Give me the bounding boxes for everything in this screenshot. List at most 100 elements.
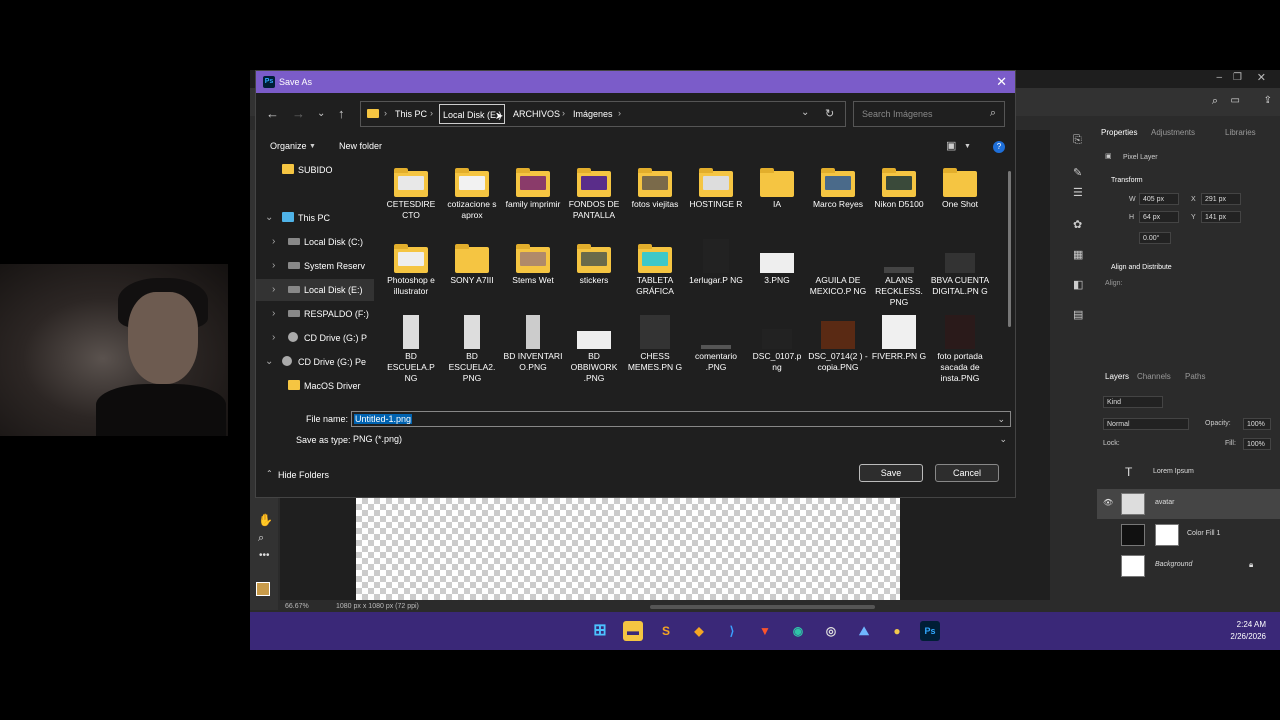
file-item[interactable]: comentario .PNG xyxy=(686,315,746,373)
file-item[interactable]: IA xyxy=(747,163,807,210)
file-item[interactable]: 1erlugar.P NG xyxy=(686,239,746,286)
table-icon[interactable]: ▤ xyxy=(1073,308,1083,321)
help-icon[interactable]: ? xyxy=(993,141,1005,153)
file-item[interactable]: CHESS MEMES.PN G xyxy=(625,315,685,373)
glyphs-icon[interactable]: ✿ xyxy=(1073,218,1082,231)
brush-icon[interactable]: ✎ xyxy=(1073,166,1082,179)
x-field[interactable]: 291 px xyxy=(1201,193,1241,205)
photos-icon[interactable]: ⛰ xyxy=(854,621,874,641)
grid-icon[interactable]: ▦ xyxy=(1073,248,1083,261)
layer-row[interactable]: T Lorem Ipsum xyxy=(1097,458,1280,488)
chevron-down-icon[interactable]: ⌄ xyxy=(265,212,273,223)
file-item[interactable]: SONY A7III xyxy=(442,239,502,286)
file-item[interactable]: 3.PNG xyxy=(747,239,807,286)
file-item[interactable]: Photoshop e illustrator xyxy=(381,239,441,297)
chevron-right-icon[interactable]: › xyxy=(272,236,275,247)
file-item[interactable]: BD OBBIWORK .PNG xyxy=(564,315,624,384)
foreground-color-swatch[interactable] xyxy=(256,582,270,596)
file-item[interactable]: BD ESCUELA.P NG xyxy=(381,315,441,384)
align-heading[interactable]: Align and Distribute xyxy=(1111,264,1172,271)
file-item[interactable]: Nikon D5100 xyxy=(869,163,929,210)
layer-row[interactable]: Background 🔒︎ xyxy=(1097,551,1280,581)
organize-button[interactable]: Organize xyxy=(270,141,307,151)
up-arrow-icon[interactable]: ↑ xyxy=(338,106,345,121)
sublime-icon[interactable]: S xyxy=(656,621,676,641)
file-item[interactable]: Marco Reyes xyxy=(808,163,868,210)
start-icon[interactable]: ⊞ xyxy=(590,621,610,641)
save-type-select[interactable]: PNG (*.png) ⌄ xyxy=(351,432,1011,448)
workspace-icon[interactable]: ▭ xyxy=(1231,95,1240,106)
zoom-tool-icon[interactable]: ⌕ xyxy=(258,532,264,545)
nav-item-cd-drive-g[interactable]: › CD Drive (G:) P xyxy=(256,327,374,349)
tab-adjustments[interactable]: Adjustments xyxy=(1151,128,1195,137)
close-icon[interactable]: ✕ xyxy=(996,74,1007,90)
breadcrumb-separator-icon[interactable]: › xyxy=(618,108,621,118)
close-icon[interactable]: ✕ xyxy=(1257,71,1266,84)
view-options-icon[interactable]: ▣ xyxy=(946,139,956,152)
file-item[interactable]: AGUILA DE MEXICO.P NG xyxy=(808,239,868,297)
y-field[interactable]: 141 px xyxy=(1201,211,1241,223)
file-item[interactable]: Stems Wet xyxy=(503,239,563,286)
file-item[interactable]: cotizacione s aprox xyxy=(442,163,502,221)
fill-field[interactable]: 100% xyxy=(1243,438,1271,450)
tab-libraries[interactable]: Libraries xyxy=(1225,128,1256,137)
nav-item-system-reserved[interactable]: › System Reserv xyxy=(256,255,374,277)
recent-chevron-icon[interactable]: ⌄ xyxy=(317,108,325,119)
address-bar[interactable]: › This PC › Local Disk (E:) ➤ ARCHIVOS ›… xyxy=(360,101,846,127)
nav-item-local-disk-e[interactable]: › Local Disk (E:) xyxy=(256,279,374,301)
file-item[interactable]: DSC_0714(2 ) - copia.PNG xyxy=(808,315,868,373)
file-item[interactable]: stickers xyxy=(564,239,624,286)
search-icon[interactable]: ⌕ xyxy=(1212,95,1218,108)
back-arrow-icon[interactable]: ← xyxy=(266,106,279,121)
breadcrumb-this-pc[interactable]: This PC xyxy=(395,109,427,119)
new-folder-button[interactable]: New folder xyxy=(339,141,382,151)
breadcrumb-separator-icon[interactable]: › xyxy=(384,108,387,118)
edge-icon[interactable]: ◉ xyxy=(788,621,808,641)
hand-tool-icon[interactable]: ✋ xyxy=(258,513,273,527)
brave-icon[interactable]: ▼ xyxy=(755,621,775,641)
chevron-down-icon[interactable]: ⌄ xyxy=(265,356,273,367)
chrome-icon[interactable]: ● xyxy=(887,621,907,641)
file-item[interactable]: BD INVENTARI O.PNG xyxy=(503,315,563,373)
transform-heading[interactable]: Transform xyxy=(1111,177,1143,184)
breadcrumb-separator-icon[interactable]: › xyxy=(562,108,565,118)
photoshop-taskbar-icon[interactable]: Ps xyxy=(920,621,940,641)
adjust-icon[interactable]: ☰ xyxy=(1073,186,1083,199)
more-tools-icon[interactable]: ••• xyxy=(259,550,270,561)
file-list-scrollbar[interactable] xyxy=(1008,171,1011,327)
file-item[interactable]: One Shot xyxy=(930,163,990,210)
nav-item-local-disk-c[interactable]: › Local Disk (C:) xyxy=(256,231,374,253)
file-item[interactable]: ALANS RECKLESS. PNG xyxy=(869,239,929,308)
cancel-button[interactable]: Cancel xyxy=(935,464,999,482)
breadcrumb-imagenes[interactable]: Imágenes xyxy=(573,109,613,119)
organize-chevron-icon[interactable]: ▼ xyxy=(309,143,316,150)
chevron-right-icon[interactable]: › xyxy=(272,260,275,271)
layer-filter-kind[interactable]: Kind xyxy=(1103,396,1163,408)
file-item[interactable]: foto portada sacada de insta.PNG xyxy=(930,315,990,384)
blend-mode-select[interactable]: Normal xyxy=(1103,418,1189,430)
width-field[interactable]: 405 px xyxy=(1139,193,1179,205)
layer-row[interactable]: 👁 avatar xyxy=(1097,489,1280,519)
breadcrumb-archivos[interactable]: ARCHIVOS xyxy=(513,109,560,119)
file-item[interactable]: fotos viejitas xyxy=(625,163,685,210)
search-box[interactable]: Search Imágenes ⌕ xyxy=(853,101,1005,127)
hide-folders-button[interactable]: Hide Folders xyxy=(278,470,329,480)
artboard-icon[interactable]: ◧ xyxy=(1073,278,1083,291)
file-item[interactable]: BD ESCUELA2. PNG xyxy=(442,315,502,384)
file-item[interactable]: family imprimir xyxy=(503,163,563,210)
vscode-icon[interactable]: ⟩ xyxy=(722,621,742,641)
save-button[interactable]: Save xyxy=(859,464,923,482)
chevron-up-icon[interactable]: ⌃ xyxy=(266,469,273,478)
app-icon[interactable]: ◆ xyxy=(689,621,709,641)
view-chevron-icon[interactable]: ▼ xyxy=(964,143,971,150)
chevron-down-icon[interactable]: ⌄ xyxy=(999,434,1007,445)
document-canvas[interactable] xyxy=(356,498,900,600)
history-icon[interactable]: ⎘ xyxy=(1073,134,1082,147)
nav-item-this-pc[interactable]: ⌄ This PC xyxy=(256,207,374,229)
horizontal-scrollbar[interactable] xyxy=(650,605,875,609)
opacity-field[interactable]: 100% xyxy=(1243,418,1271,430)
refresh-icon[interactable]: ↻ xyxy=(825,107,834,120)
nav-item-subido[interactable]: SUBIDO xyxy=(256,159,374,181)
zoom-level[interactable]: 66.67% xyxy=(285,603,309,610)
maximize-icon[interactable]: ❐ xyxy=(1233,72,1242,83)
